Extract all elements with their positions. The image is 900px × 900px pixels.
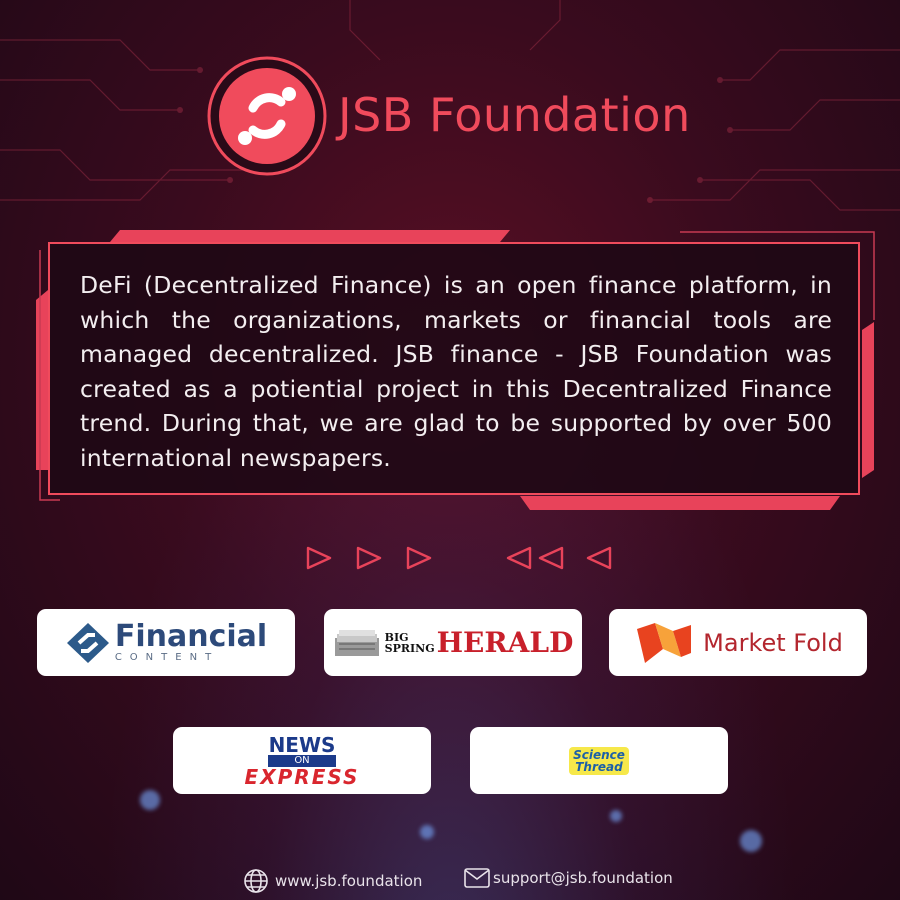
jsb-logo-icon bbox=[207, 56, 327, 176]
footer: www.jsb.foundation support@jsb.foundatio… bbox=[0, 862, 900, 898]
brand-name: JSB Foundation bbox=[338, 88, 691, 142]
herald-main: HERALD bbox=[436, 626, 574, 659]
science-line2: Thread bbox=[575, 759, 623, 774]
market-fold-text: Market Fold bbox=[703, 628, 843, 657]
financial-content-logo-icon bbox=[66, 622, 109, 663]
email-text: support@jsb.foundation bbox=[493, 869, 673, 887]
partner-card-news-on-express[interactable]: NEWS ON EXPRESS bbox=[173, 727, 431, 794]
herald-line1: BIG bbox=[384, 630, 409, 644]
glow-decoration bbox=[420, 825, 434, 839]
globe-icon bbox=[244, 869, 268, 893]
financial-content-main: Financial bbox=[114, 619, 268, 654]
website-text: www.jsb.foundation bbox=[275, 872, 423, 890]
news-bottom: EXPRESS bbox=[244, 764, 360, 789]
market-fold-logo-icon bbox=[637, 622, 692, 663]
partner-card-financial-content[interactable]: Financial CONTENT bbox=[37, 609, 295, 676]
partner-card-science-thread[interactable]: Science Thread bbox=[470, 727, 728, 794]
description-text: DeFi (Decentralized Finance) is an open … bbox=[80, 271, 832, 472]
partner-card-big-spring-herald[interactable]: BIG SPRING HERALD bbox=[324, 609, 582, 676]
financial-content-sub: CONTENT bbox=[114, 652, 220, 663]
news-top: NEWS bbox=[268, 732, 336, 757]
glow-decoration bbox=[610, 810, 622, 822]
newspaper-stack-icon bbox=[334, 629, 379, 656]
arrow-decoration bbox=[306, 546, 612, 570]
herald-line2: SPRING bbox=[384, 641, 435, 655]
description-panel: DeFi (Decentralized Finance) is an open … bbox=[48, 242, 860, 495]
glow-decoration bbox=[140, 790, 160, 810]
website-link[interactable]: www.jsb.foundation bbox=[243, 868, 422, 894]
mail-icon bbox=[464, 868, 490, 888]
glow-decoration bbox=[740, 830, 762, 852]
science-line1: Science bbox=[573, 747, 625, 762]
email-link[interactable]: support@jsb.foundation bbox=[464, 868, 673, 888]
partner-card-market-fold[interactable]: Market Fold bbox=[609, 609, 867, 676]
